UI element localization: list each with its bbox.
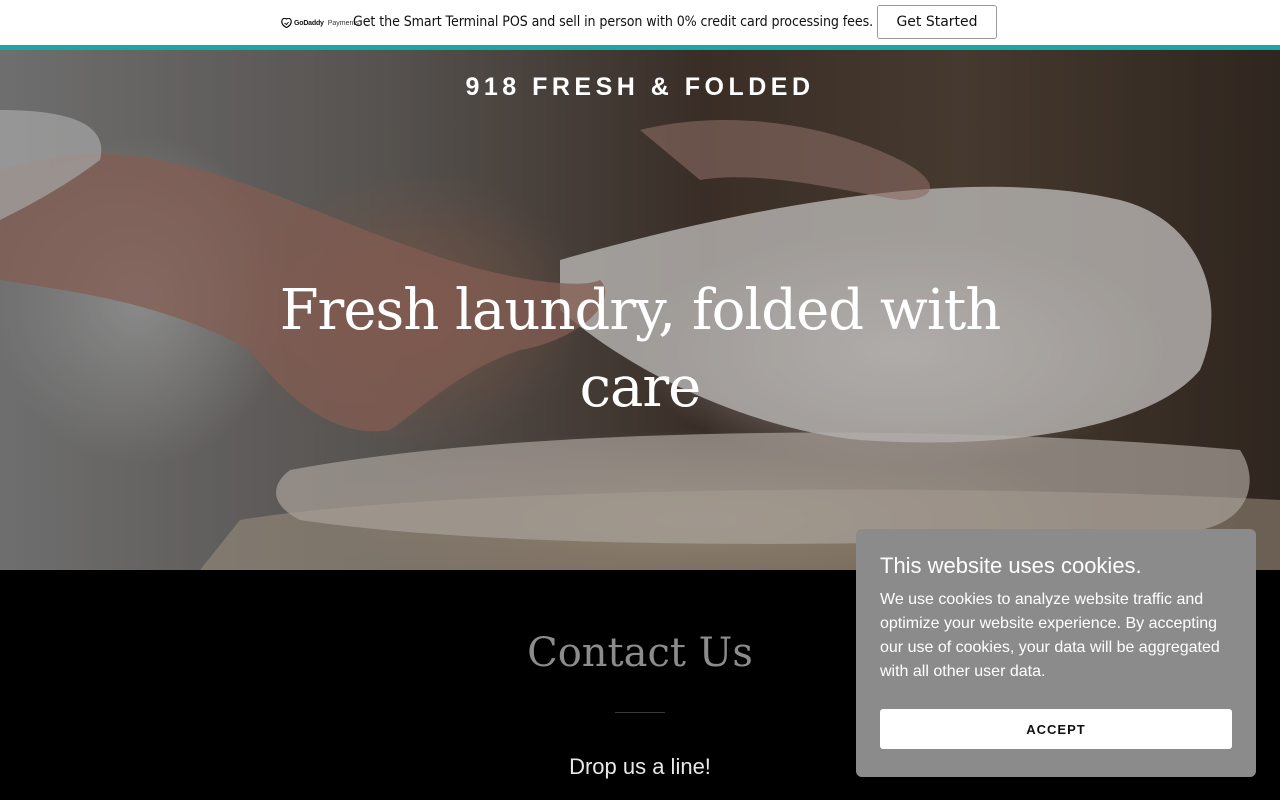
godaddy-payments-logo: GoDaddy Payments xyxy=(281,17,359,29)
section-divider xyxy=(615,712,665,713)
cookie-text: We use cookies to analyze website traffi… xyxy=(880,591,1220,680)
godaddy-logo-icon xyxy=(281,18,292,28)
cookie-title: This website uses cookies. xyxy=(880,553,1142,578)
hero-heading: Fresh laundry, folded with care xyxy=(279,278,1002,420)
promo-text: Get the Smart Terminal POS and sell in p… xyxy=(353,14,874,30)
cookie-banner: This website uses cookies. We use cookie… xyxy=(856,529,1256,777)
get-started-button[interactable]: Get Started xyxy=(877,5,997,39)
site-title[interactable]: 918 FRESH & FOLDED xyxy=(0,73,1280,102)
logo-brand-text: GoDaddy xyxy=(294,19,324,27)
accept-cookies-button[interactable]: ACCEPT xyxy=(880,709,1232,749)
promo-banner: GoDaddy Payments Get the Smart Terminal … xyxy=(0,0,1280,50)
